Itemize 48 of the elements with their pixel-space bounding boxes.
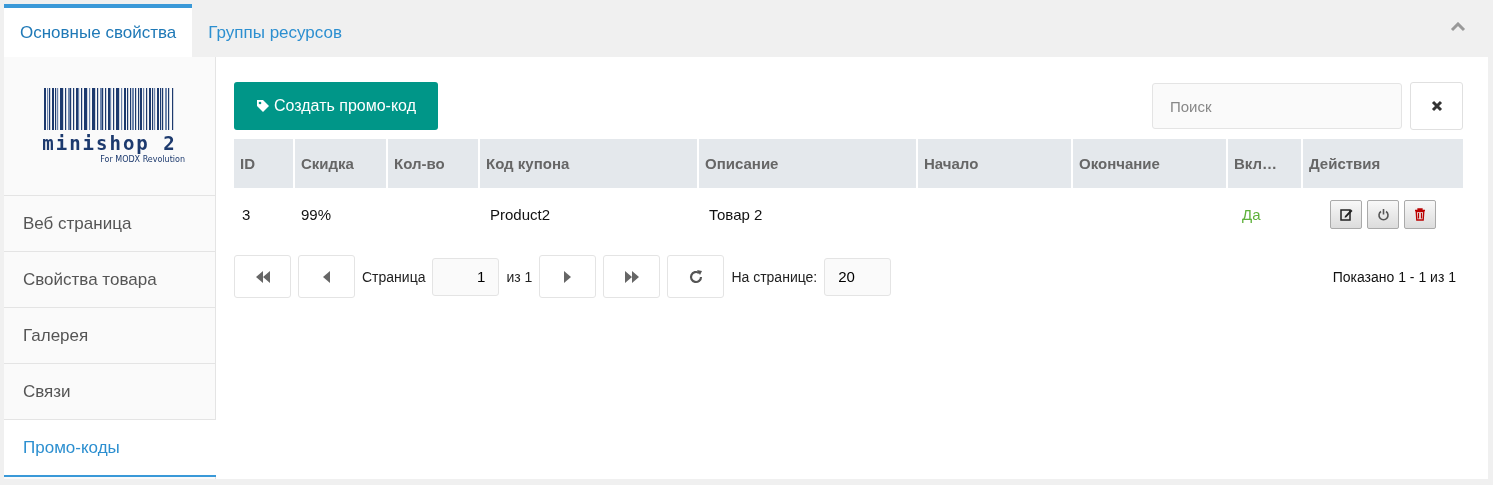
close-icon [1430,100,1443,112]
per-page-label: На странице: [731,268,818,285]
sidebar-item[interactable]: Веб страница [4,195,215,251]
clear-search-button[interactable] [1410,82,1463,130]
first-page-button[interactable] [234,255,291,298]
tab[interactable]: Группы ресурсов [192,4,358,57]
page-count: из 1 [506,268,533,285]
trash-icon [1414,207,1426,221]
column-header[interactable]: Код купона [478,139,697,188]
search-field[interactable]: Поиск [1152,83,1402,129]
double-left-arrow-icon [254,270,271,283]
column-header[interactable]: Начало [916,139,1071,188]
column-header[interactable]: ID [234,139,293,188]
table-cell-text: Товар 2 [708,205,763,223]
left-arrow-icon [323,270,330,283]
power-icon [1376,207,1390,221]
edit-icon [1339,207,1353,221]
power-button[interactable] [1367,199,1399,229]
column-header[interactable]: Кол-во [386,139,478,188]
tag-icon [256,99,270,113]
column-header[interactable]: Вкл… [1226,139,1301,188]
edit-button[interactable] [1330,199,1362,229]
sidebar-item[interactable]: Галерея [4,307,215,363]
per-page-field[interactable]: 20 [824,257,892,296]
logo-title: minishop 2 [42,134,177,153]
create-promo-code-button[interactable]: Создать промо-код [234,82,438,130]
page-field[interactable]: 1 [432,257,500,296]
barcode-icon [43,88,176,130]
refresh-button[interactable] [667,255,725,298]
page-label: Страница [362,268,426,285]
delete-button[interactable] [1404,199,1436,229]
refresh-icon [687,268,704,285]
table-cell: 3 [242,205,251,223]
right-arrow-icon [564,270,572,283]
column-header[interactable]: Окончание [1071,139,1226,188]
table-cell-text: Да [1241,205,1261,223]
column-header[interactable]: Действия [1301,139,1463,188]
column-header[interactable]: Описание [697,139,916,188]
table-cell-text: Product2 [489,205,551,223]
sidebar-item[interactable]: Свойства товара [4,251,215,307]
sidebar-item[interactable]: Промо-коды [4,419,216,477]
double-right-arrow-icon [623,270,640,283]
last-page-button[interactable] [603,255,661,298]
logo-subtitle: For MODX Revolution [100,155,185,164]
tab[interactable]: Основные свойства [4,4,193,57]
table-cell: 99% [301,205,332,223]
column-header[interactable]: Скидка [293,139,386,188]
pager-summary: Показано 1 - 1 из 1 [1332,268,1456,285]
